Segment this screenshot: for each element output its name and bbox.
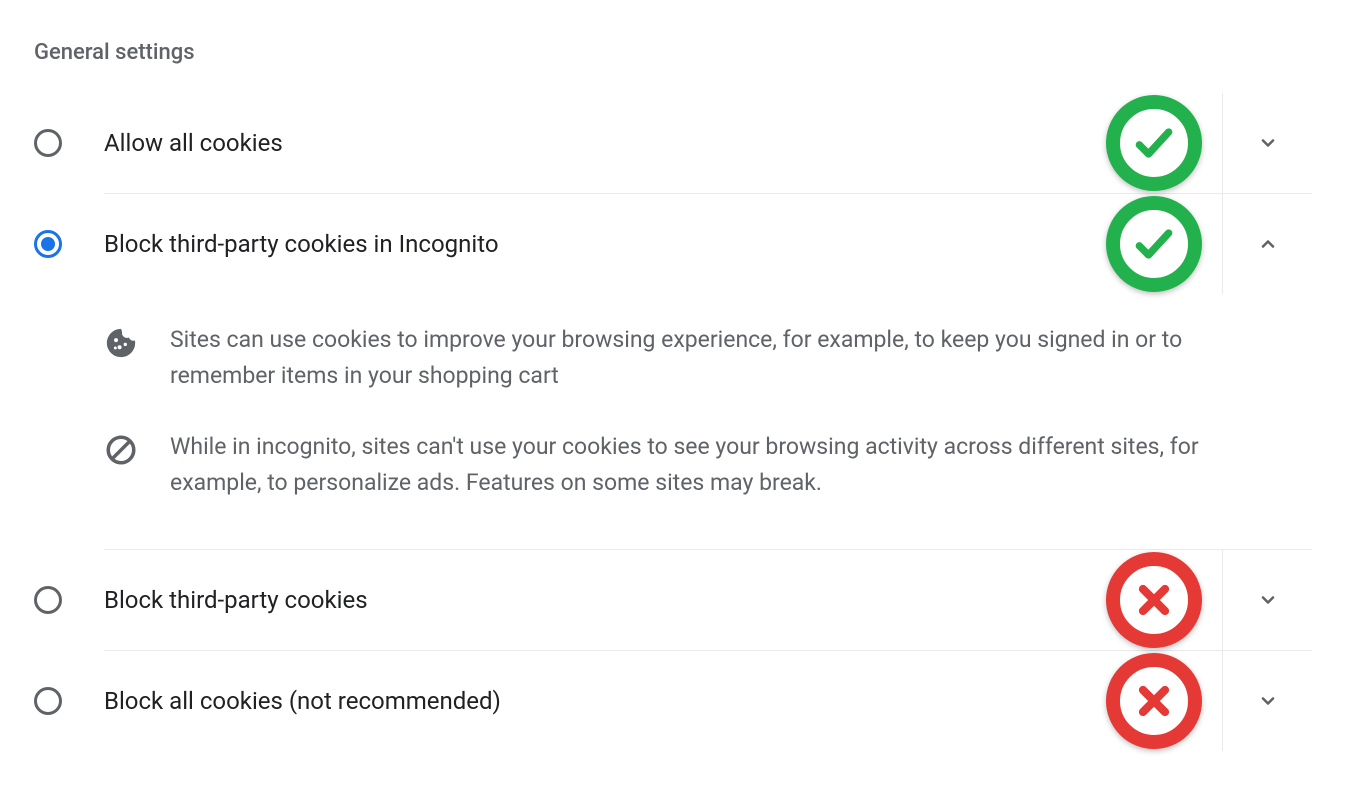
chevron-down-icon (1258, 590, 1278, 610)
option-label: Block third-party cookies in Incognito (104, 230, 1086, 258)
option-label: Block third-party cookies (104, 586, 1086, 614)
detail-item: Sites can use cookies to improve your br… (104, 304, 1312, 411)
cookie-icon (104, 326, 138, 360)
radio-button[interactable] (34, 230, 62, 258)
section-title: General settings (34, 40, 1312, 65)
cookie-option-block-third-party[interactable]: Block third-party cookies (104, 550, 1312, 650)
expand-toggle[interactable] (1222, 93, 1312, 193)
radio-button[interactable] (34, 129, 62, 157)
general-settings-section: General settings Allow all cookies Block… (34, 40, 1312, 751)
cookie-option-allow-all[interactable]: Allow all cookies (34, 93, 1312, 193)
option-details: Sites can use cookies to improve your br… (104, 294, 1312, 549)
chevron-down-icon (1258, 133, 1278, 153)
chevron-down-icon (1258, 691, 1278, 711)
expand-toggle[interactable] (1222, 651, 1312, 751)
cross-badge-icon (1106, 653, 1202, 749)
cross-badge-icon (1106, 552, 1202, 648)
chevron-up-icon (1258, 234, 1278, 254)
radio-button[interactable] (34, 687, 62, 715)
radio-button[interactable] (34, 586, 62, 614)
check-badge-icon (1106, 196, 1202, 292)
cookie-option-block-incognito[interactable]: Block third-party cookies in Incognito (104, 194, 1312, 294)
option-label: Block all cookies (not recommended) (104, 687, 1086, 715)
detail-item: While in incognito, sites can't use your… (104, 411, 1312, 518)
block-icon (104, 433, 138, 467)
expand-toggle[interactable] (1222, 550, 1312, 650)
detail-text: Sites can use cookies to improve your br… (170, 322, 1222, 393)
check-badge-icon (1106, 95, 1202, 191)
expand-toggle[interactable] (1222, 194, 1312, 294)
option-label: Allow all cookies (104, 129, 1086, 157)
cookie-option-block-all[interactable]: Block all cookies (not recommended) (104, 651, 1312, 751)
detail-text: While in incognito, sites can't use your… (170, 429, 1222, 500)
